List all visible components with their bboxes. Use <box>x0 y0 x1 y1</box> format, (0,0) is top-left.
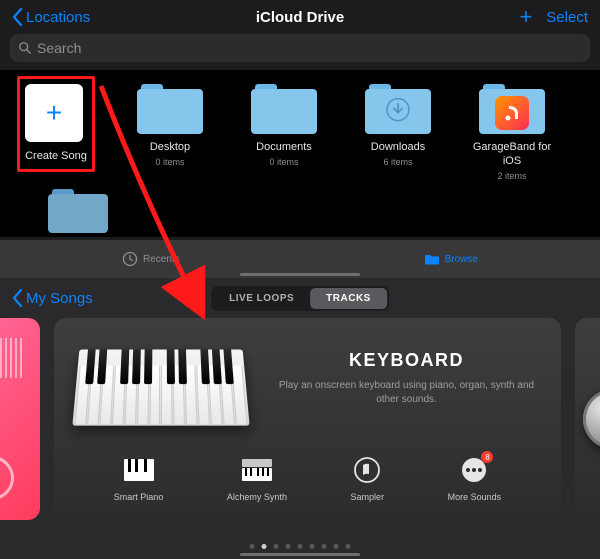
item-label: GarageBand for iOS <box>466 141 558 169</box>
sub-instruments: Smart Piano Alchemy Synth Sampler <box>76 454 539 502</box>
folder-icon <box>365 84 431 134</box>
garageband-panel: My Songs LIVE LOOPS TRACKS <box>0 278 600 559</box>
search-icon <box>18 41 32 55</box>
dot[interactable] <box>322 544 327 549</box>
sub-label: Smart Piano <box>114 492 164 502</box>
create-song-tile: + <box>25 84 83 142</box>
notification-badge: 8 <box>481 451 493 463</box>
bottom-tab-bar: Recents Browse <box>0 240 600 278</box>
back-button[interactable]: Locations <box>12 8 90 26</box>
item-label: Downloads <box>371 141 425 155</box>
sub-label: Alchemy Synth <box>227 492 287 502</box>
dot[interactable] <box>250 544 255 549</box>
page-dots <box>250 544 351 549</box>
dot[interactable] <box>262 544 267 549</box>
more-icon: 8 <box>458 454 490 486</box>
home-indicator <box>240 553 360 556</box>
add-button[interactable]: + <box>519 6 532 28</box>
card-prev[interactable] <box>0 318 40 520</box>
select-button[interactable]: Select <box>546 9 588 26</box>
dot[interactable] <box>310 544 315 549</box>
folder-documents[interactable]: Documents 0 items <box>238 84 330 181</box>
sub-label: Sampler <box>351 492 385 502</box>
sampler-icon <box>351 454 383 486</box>
item-sub: 0 items <box>269 157 298 167</box>
item-label: Create Song <box>25 150 87 164</box>
folder-icon <box>137 84 203 134</box>
tab-recents[interactable]: Recents <box>122 251 180 267</box>
keyboard-image <box>76 336 246 436</box>
folder-icon <box>251 84 317 134</box>
card-title: KEYBOARD <box>274 350 539 371</box>
back-label: My Songs <box>26 290 93 307</box>
plus-icon: + <box>46 97 62 129</box>
drum-icon <box>583 389 600 449</box>
card-desc: Play an onscreen keyboard using piano, o… <box>274 379 539 407</box>
dot[interactable] <box>286 544 291 549</box>
seg-tracks[interactable]: TRACKS <box>310 288 387 309</box>
folder-icon <box>479 84 545 134</box>
card-next[interactable] <box>575 318 600 520</box>
sub-smart-piano[interactable]: Smart Piano <box>114 454 164 502</box>
sub-alchemy-synth[interactable]: Alchemy Synth <box>227 454 287 502</box>
folder-desktop[interactable]: Desktop 0 items <box>124 84 216 181</box>
top-bar: My Songs LIVE LOOPS TRACKS <box>0 278 600 318</box>
back-button[interactable]: My Songs <box>12 289 93 307</box>
home-indicator <box>240 273 360 276</box>
search-input[interactable]: Search <box>10 34 590 62</box>
dial-icon <box>0 456 14 500</box>
card-keyboard[interactable]: KEYBOARD Play an onscreen keyboard using… <box>54 318 561 520</box>
items-row2 <box>0 189 600 237</box>
search-placeholder: Search <box>37 40 81 56</box>
tab-label: Browse <box>445 254 478 265</box>
seg-live-loops[interactable]: LIVE LOOPS <box>213 288 310 309</box>
item-sub: 0 items <box>155 157 184 167</box>
dot[interactable] <box>298 544 303 549</box>
item-sub: 6 items <box>383 157 412 167</box>
garageband-icon <box>495 96 529 130</box>
sub-sampler[interactable]: Sampler <box>351 454 385 502</box>
folder-icon[interactable] <box>48 189 108 233</box>
synth-icon <box>241 454 273 486</box>
instrument-carousel[interactable]: KEYBOARD Play an onscreen keyboard using… <box>0 318 600 520</box>
sub-label: More Sounds <box>448 492 502 502</box>
folder-icon <box>424 251 440 267</box>
item-sub: 2 items <box>497 171 526 181</box>
folder-garageband[interactable]: GarageBand for iOS 2 items <box>466 84 558 181</box>
item-label: Documents <box>256 141 312 155</box>
tab-label: Recents <box>143 254 180 265</box>
folder-downloads[interactable]: Downloads 6 items <box>352 84 444 181</box>
dot[interactable] <box>334 544 339 549</box>
items-grid: + Create Song Desktop 0 items Documents … <box>0 70 600 189</box>
top-bar: Locations iCloud Drive + Select <box>0 0 600 34</box>
clock-icon <box>122 251 138 267</box>
dot[interactable] <box>274 544 279 549</box>
chevron-left-icon <box>12 8 23 26</box>
files-app-panel: Locations iCloud Drive + Select Search +… <box>0 0 600 278</box>
tab-browse[interactable]: Browse <box>424 251 478 267</box>
sub-more-sounds[interactable]: 8 More Sounds <box>448 454 502 502</box>
dot[interactable] <box>346 544 351 549</box>
right-actions: + Select <box>519 6 588 28</box>
download-icon <box>385 97 411 128</box>
item-label: Desktop <box>150 141 190 155</box>
create-song-item[interactable]: + Create Song <box>10 84 102 181</box>
piano-icon <box>123 454 155 486</box>
chevron-left-icon <box>12 289 23 307</box>
back-label: Locations <box>26 9 90 26</box>
segmented-control: LIVE LOOPS TRACKS <box>211 286 389 311</box>
page-title: iCloud Drive <box>256 9 344 26</box>
highlight-box: + Create Song <box>17 76 95 172</box>
